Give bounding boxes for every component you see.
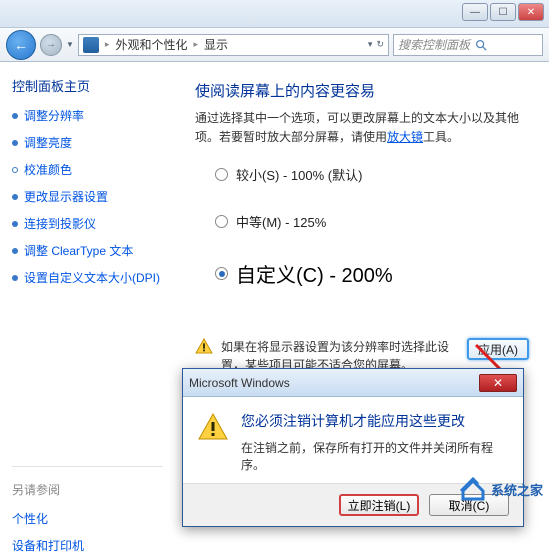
see-also-devices-printers[interactable]: 设备和打印机 (12, 537, 163, 554)
minimize-button[interactable]: — (462, 3, 488, 21)
sidebar-item-brightness[interactable]: 调整亮度 (12, 134, 163, 151)
bullet-icon (12, 140, 18, 146)
see-also-personalization[interactable]: 个性化 (12, 510, 163, 527)
breadcrumb-sep-icon: ▸ (193, 39, 198, 50)
address-dropdowns[interactable]: ▾ ↻ (368, 39, 384, 50)
sidebar-item-label: 调整亮度 (24, 134, 72, 151)
nav-forward-button[interactable]: → (40, 34, 62, 56)
breadcrumb-seg-display[interactable]: 显示 (204, 36, 228, 53)
option-custom[interactable]: 自定义(C) - 200% (215, 259, 529, 288)
house-logo-icon (459, 477, 487, 501)
address-bar[interactable]: ▸ 外观和个性化 ▸ 显示 ▾ ↻ (78, 34, 389, 56)
shield-bullet-icon (12, 167, 18, 173)
search-input[interactable]: 搜索控制面板 (393, 34, 543, 56)
apply-button[interactable]: 应用(A) (467, 338, 529, 360)
search-icon (474, 38, 488, 52)
watermark-text: 系统之家 (491, 480, 543, 499)
option-small[interactable]: 较小(S) - 100% (默认) (215, 165, 529, 184)
desc-text-prefix: 通过选择其中一个选项，可以更改屏幕上的文本大小以及其他项。若要暂时放大部分屏幕，… (195, 111, 519, 144)
control-panel-icon (83, 37, 99, 53)
maximize-button[interactable]: ☐ (490, 3, 516, 21)
sidebar-item-label: 连接到投影仪 (24, 215, 96, 232)
nav-back-button[interactable]: ← (6, 30, 36, 60)
bullet-icon (12, 275, 18, 281)
sidebar-item-label: 更改显示器设置 (24, 188, 108, 205)
chevron-down-icon: ▾ (368, 39, 373, 50)
bullet-icon (12, 194, 18, 200)
option-label: 较小(S) - 100% (默认) (236, 165, 362, 184)
option-label: 中等(M) - 125% (236, 212, 326, 231)
refresh-icon[interactable]: ↻ (376, 39, 384, 50)
magnifier-link[interactable]: 放大镜 (387, 130, 423, 144)
close-button[interactable]: ✕ (518, 3, 544, 21)
logoff-now-button[interactable]: 立即注销(L) (339, 494, 419, 516)
sidebar-item-projector[interactable]: 连接到投影仪 (12, 215, 163, 232)
page-description: 通过选择其中一个选项，可以更改屏幕上的文本大小以及其他项。若要暂时放大部分屏幕，… (195, 109, 529, 147)
sidebar-item-cleartype[interactable]: 调整 ClearType 文本 (12, 242, 163, 259)
bullet-icon (12, 221, 18, 227)
dialog-close-button[interactable]: ✕ (479, 374, 517, 392)
desc-text-suffix: 工具。 (423, 130, 459, 144)
sidebar-item-label: 调整 ClearType 文本 (24, 242, 133, 259)
nav-history-dropdown[interactable]: ▼ (66, 40, 74, 49)
sidebar: 控制面板主页 调整分辨率 调整亮度 校准颜色 更改显示器设置 连接到投影仪 调整… (0, 62, 175, 507)
watermark: 系统之家 (459, 477, 543, 501)
bullet-icon (12, 113, 18, 119)
sidebar-item-label: 校准颜色 (24, 161, 72, 178)
dialog-titlebar[interactable]: Microsoft Windows ✕ (183, 369, 523, 397)
sidebar-item-calibrate-color[interactable]: 校准颜色 (12, 161, 163, 178)
option-label: 自定义(C) - 200% (236, 259, 393, 288)
dialog-message: 您必须注销计算机才能应用这些更改 在注销之前，保存所有打开的文件并关闭所有程序。 (241, 411, 509, 473)
breadcrumb-sep-icon: ▸ (105, 39, 110, 50)
breadcrumb-seg-appearance[interactable]: 外观和个性化 (115, 36, 187, 53)
sidebar-item-resolution[interactable]: 调整分辨率 (12, 107, 163, 124)
bullet-icon (12, 248, 18, 254)
radio-checked-icon (215, 267, 228, 280)
sidebar-separator (12, 466, 163, 467)
option-medium[interactable]: 中等(M) - 125% (215, 212, 529, 231)
sidebar-item-label: 调整分辨率 (24, 107, 84, 124)
sidebar-home-link[interactable]: 控制面板主页 (12, 76, 163, 95)
search-placeholder-text: 搜索控制面板 (398, 36, 470, 53)
window-controls: — ☐ ✕ (462, 3, 544, 21)
navigation-bar: ← → ▼ ▸ 外观和个性化 ▸ 显示 ▾ ↻ 搜索控制面板 (0, 28, 549, 62)
sidebar-item-display-settings[interactable]: 更改显示器设置 (12, 188, 163, 205)
dialog-message-title: 您必须注销计算机才能应用这些更改 (241, 411, 509, 431)
sidebar-item-label: 设置自定义文本大小(DPI) (24, 269, 160, 286)
see-also-header: 另请参阅 (12, 481, 163, 498)
logoff-dialog: Microsoft Windows ✕ 您必须注销计算机才能应用这些更改 在注销… (182, 368, 524, 527)
dialog-body: 您必须注销计算机才能应用这些更改 在注销之前，保存所有打开的文件并关闭所有程序。 (183, 397, 523, 484)
radio-icon (215, 168, 228, 181)
dialog-message-text: 在注销之前，保存所有打开的文件并关闭所有程序。 (241, 439, 509, 473)
warning-triangle-icon (197, 411, 229, 443)
dialog-title: Microsoft Windows (189, 376, 290, 390)
window-titlebar: — ☐ ✕ (0, 0, 549, 28)
radio-icon (215, 215, 228, 228)
warning-icon (195, 338, 213, 354)
sidebar-item-custom-dpi[interactable]: 设置自定义文本大小(DPI) (12, 269, 163, 286)
page-title: 使阅读屏幕上的内容更容易 (195, 80, 529, 101)
